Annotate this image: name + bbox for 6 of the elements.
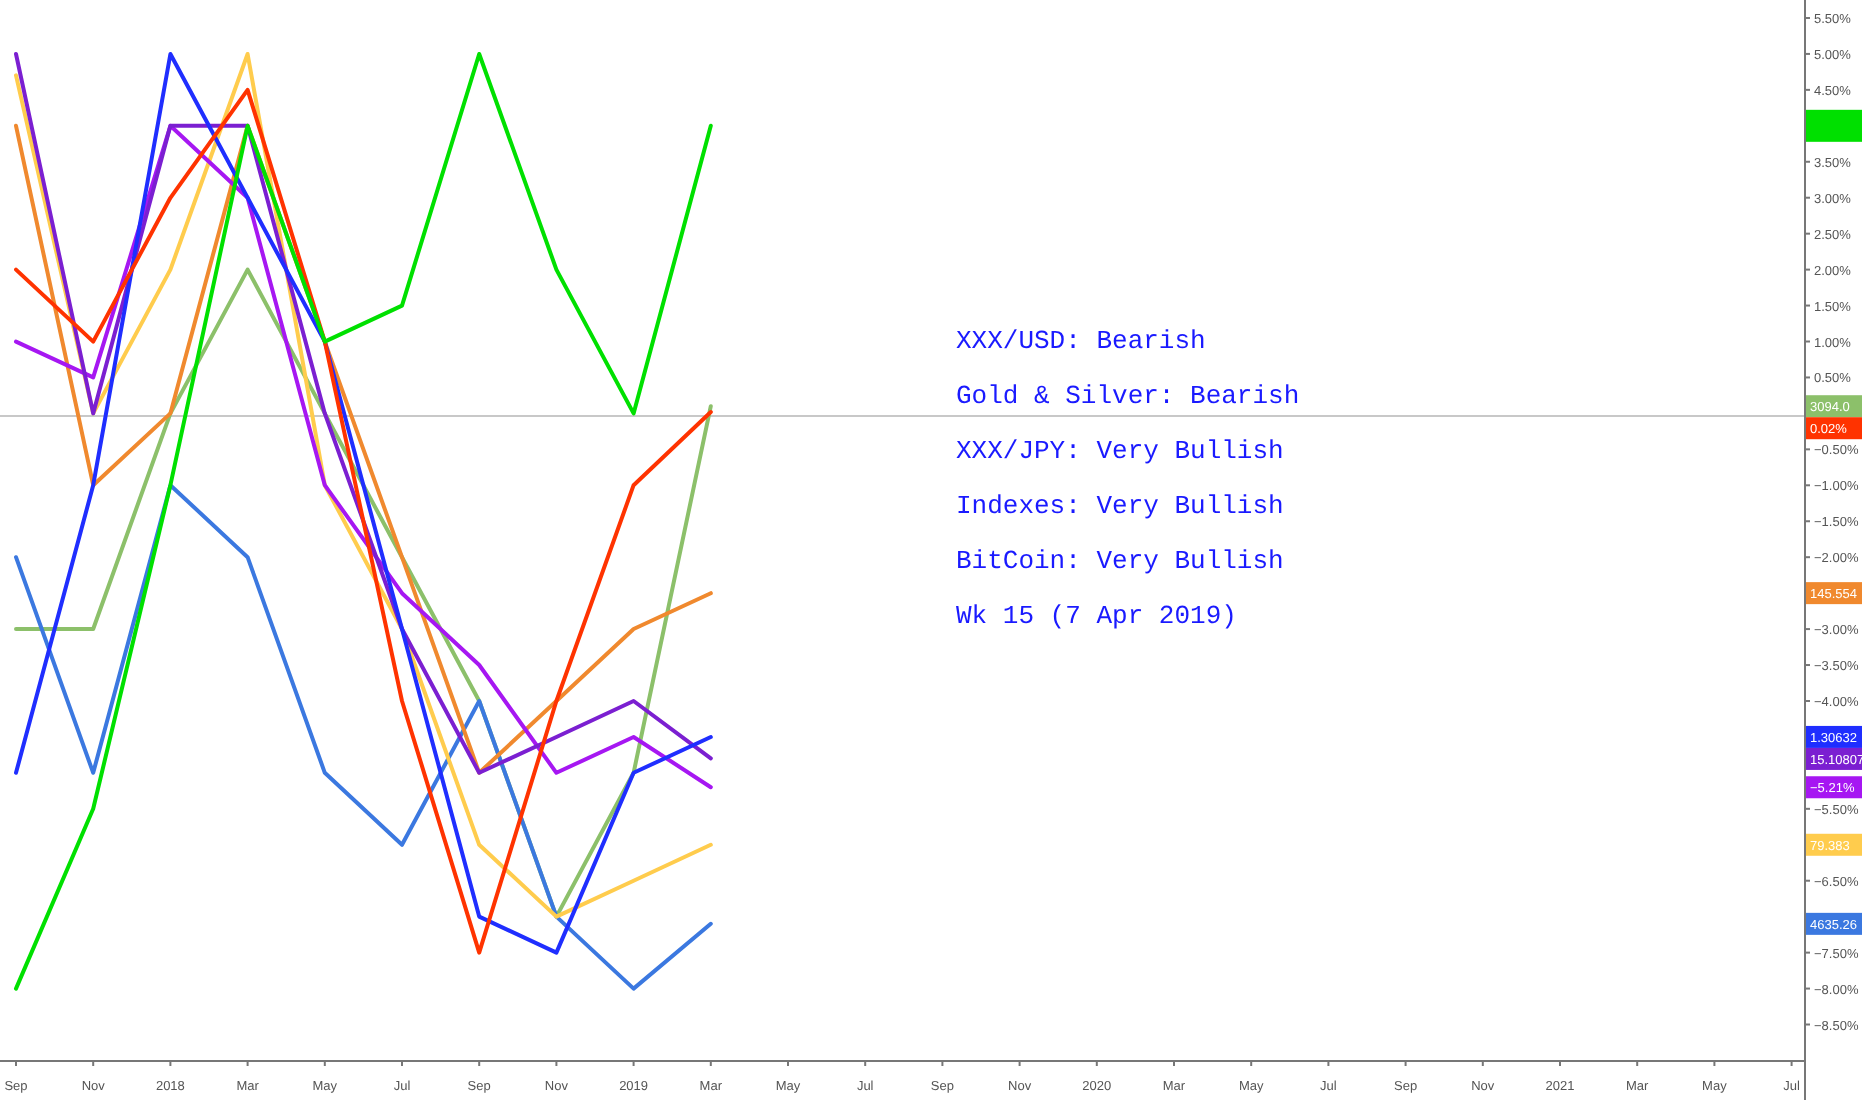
chart-note: Wk 15 (7 Apr 2019) [956,601,1237,631]
chart-note: XXX/USD: Bearish [956,326,1206,356]
chart-note: Gold & Silver: Bearish [956,381,1300,411]
chart-note: Indexes: Very Bullish [956,491,1284,521]
chart-note: BitCoin: Very Bullish [956,546,1284,576]
chart-note: XXX/JPY: Very Bullish [956,436,1284,466]
